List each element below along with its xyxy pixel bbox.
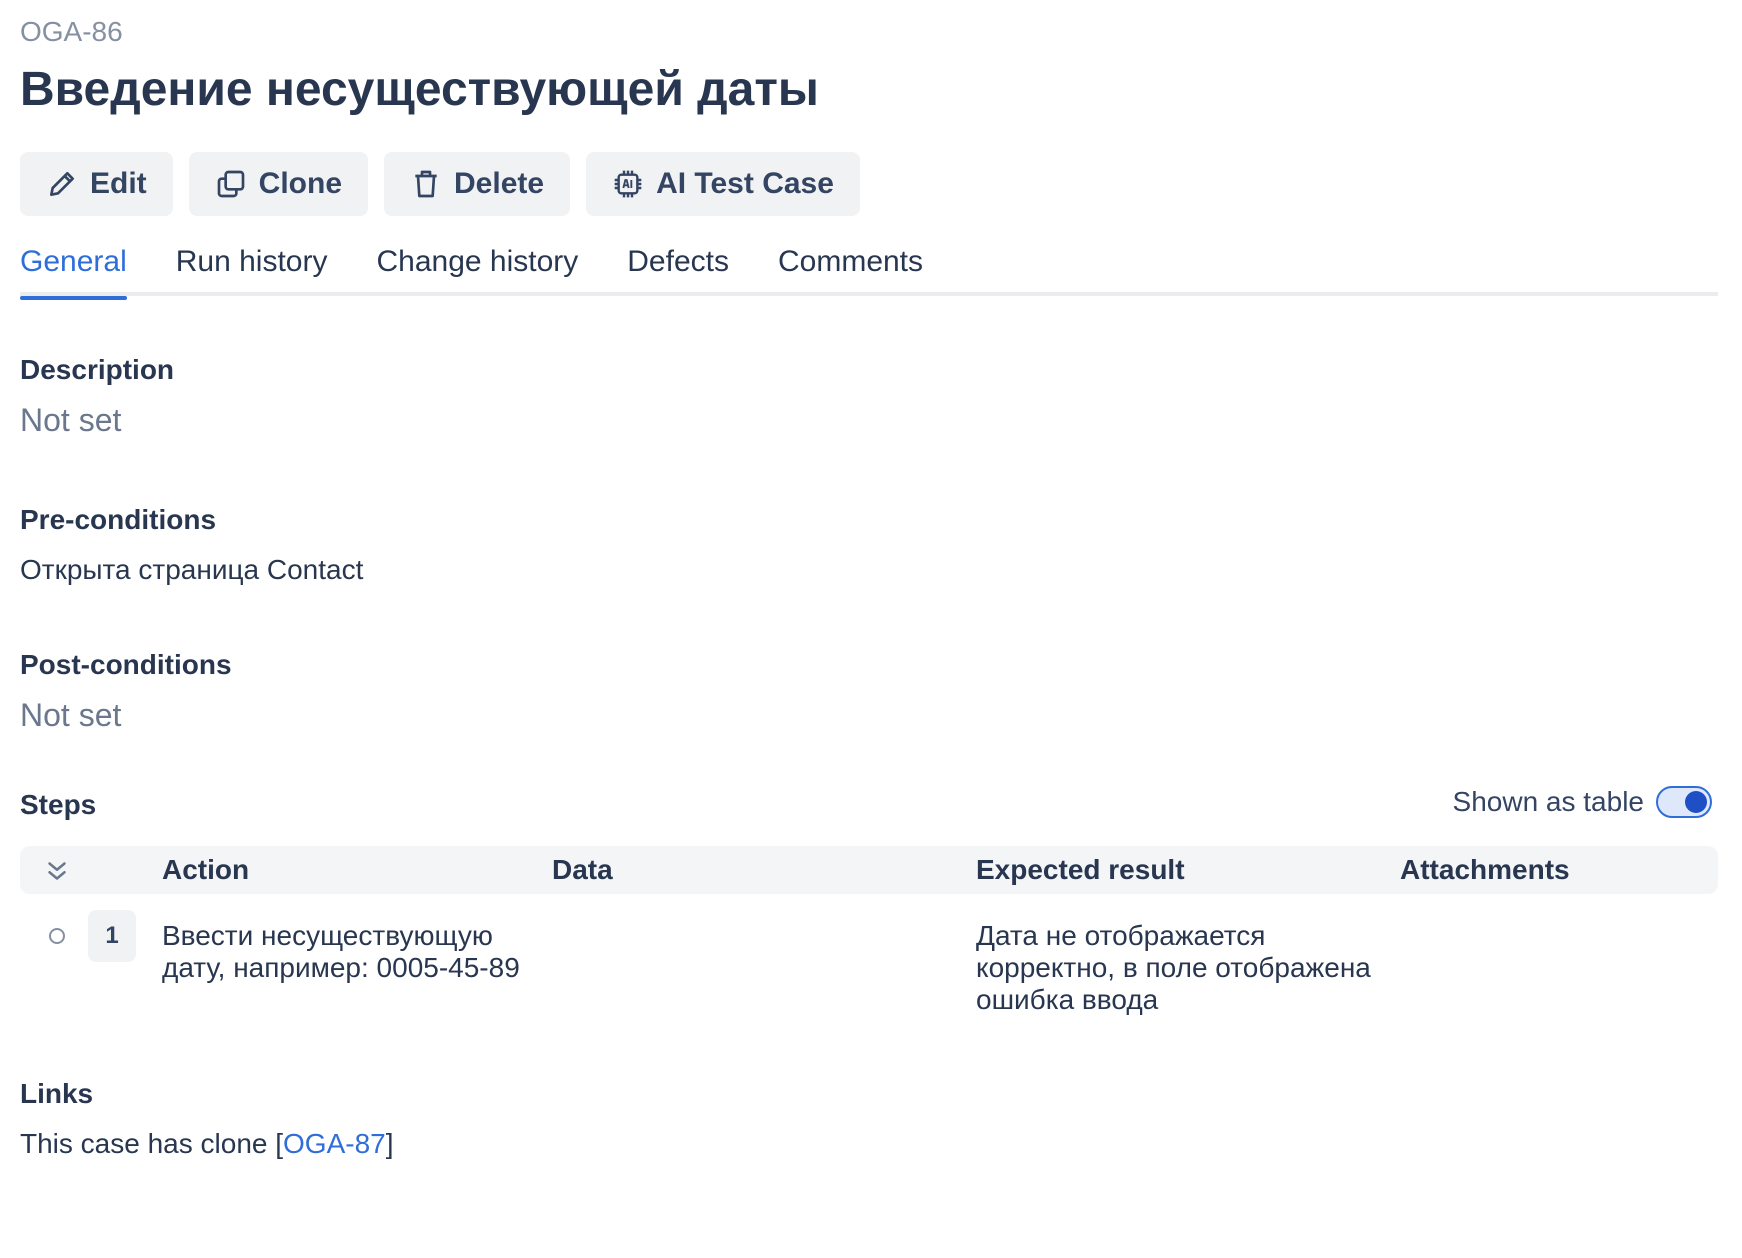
copy-icon [215, 168, 247, 200]
preconditions-label: Pre-conditions [20, 504, 217, 535]
case-key: OGA-86 [20, 16, 123, 47]
edit-button[interactable]: Edit [20, 152, 173, 216]
links-label: Links [20, 1078, 94, 1109]
column-header-attachments: Attachments [1400, 854, 1570, 885]
links-text: This case has clone [OGA-87] [20, 1128, 394, 1160]
step-action: Ввести несуществующую дату, например: 00… [162, 920, 520, 983]
description-label: Description [20, 354, 175, 385]
postconditions-value: Not set [20, 697, 122, 733]
edit-button-label: Edit [90, 167, 147, 200]
clone-button[interactable]: Clone [188, 152, 369, 216]
toggle-knob [1685, 791, 1707, 813]
clone-button-label: Clone [258, 167, 343, 200]
ai-chip-icon [612, 168, 644, 200]
tab-defects[interactable]: Defects [627, 238, 729, 296]
tab-general[interactable]: General [20, 238, 127, 300]
clone-link[interactable]: OGA-87 [283, 1128, 386, 1159]
delete-button[interactable]: Delete [384, 152, 571, 216]
delete-button-label: Delete [454, 167, 545, 200]
column-header-expected: Expected result [976, 854, 1185, 885]
links-suffix: ] [385, 1128, 394, 1159]
links-prefix: This case has clone [ [20, 1128, 284, 1159]
ai-test-case-button[interactable]: AI Test Case [586, 152, 860, 216]
preconditions-value: Открыта страница Contact [20, 554, 364, 585]
collapse-all-icon[interactable] [42, 856, 72, 886]
page-title: Введение несуществующей даты [20, 63, 819, 116]
tab-bar: General Run history Change history Defec… [20, 238, 1718, 300]
step-select-radio[interactable] [49, 928, 65, 944]
table-view-toggle-label: Shown as table [1452, 786, 1644, 817]
test-case-page: OGA-86 Введение несуществующей даты Edit… [0, 0, 1742, 1258]
ai-test-case-button-label: AI Test Case [656, 167, 834, 200]
column-header-action: Action [162, 854, 250, 885]
step-number: 1 [88, 910, 136, 962]
description-value: Not set [20, 402, 122, 438]
tab-comments[interactable]: Comments [778, 238, 923, 296]
pencil-icon [46, 168, 78, 200]
toolbar: Edit Clone Delete AI Test Case [20, 152, 860, 216]
trash-icon [410, 168, 442, 200]
tab-change-history[interactable]: Change history [376, 238, 578, 296]
table-view-toggle-group: Shown as table [1453, 786, 1712, 818]
column-header-data: Data [552, 854, 613, 885]
steps-table-header: Action Data Expected result Attachments [20, 846, 1718, 894]
tab-run-history[interactable]: Run history [176, 238, 328, 296]
step-expected-result: Дата не отображается корректно, в поле о… [976, 920, 1371, 1015]
steps-label: Steps [20, 789, 97, 820]
table-view-toggle[interactable] [1656, 786, 1712, 818]
postconditions-label: Post-conditions [20, 649, 232, 680]
table-row: 1 Ввести несуществующую дату, например: … [20, 910, 1718, 1020]
